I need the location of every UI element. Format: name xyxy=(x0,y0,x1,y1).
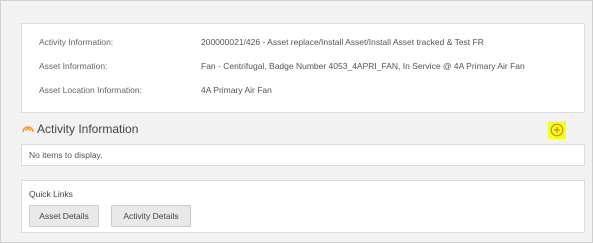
asset-location-value: 4A Primary Air Fan xyxy=(201,85,272,95)
activity-details-button[interactable]: Activity Details xyxy=(111,205,191,227)
plus-circle-icon xyxy=(550,123,564,137)
quick-links-card: Quick Links Asset Details Activity Detai… xyxy=(21,180,585,233)
add-activity-button[interactable] xyxy=(548,121,566,139)
activity-section-header: Activity Information xyxy=(21,119,585,141)
collapse-arrow-icon[interactable] xyxy=(21,123,35,137)
quick-links-title: Quick Links xyxy=(29,189,73,199)
page-frame: Activity Information: 200000021/426 - As… xyxy=(0,0,593,243)
activity-info-value: 200000021/426 - Asset replace/Install As… xyxy=(201,37,484,47)
section-title: Activity Information xyxy=(37,122,139,136)
info-card: Activity Information: 200000021/426 - As… xyxy=(21,23,585,113)
asset-location-label: Asset Location Information: xyxy=(39,85,143,95)
asset-info-value: Fan - Centrifugal, Badge Number 4053_4AP… xyxy=(201,61,525,71)
empty-list-bar: No items to display. xyxy=(21,144,585,166)
empty-message: No items to display. xyxy=(29,150,103,160)
activity-info-label: Activity Information: xyxy=(39,37,114,47)
asset-details-button[interactable]: Asset Details xyxy=(29,205,99,227)
asset-info-label: Asset Information: xyxy=(39,61,108,71)
